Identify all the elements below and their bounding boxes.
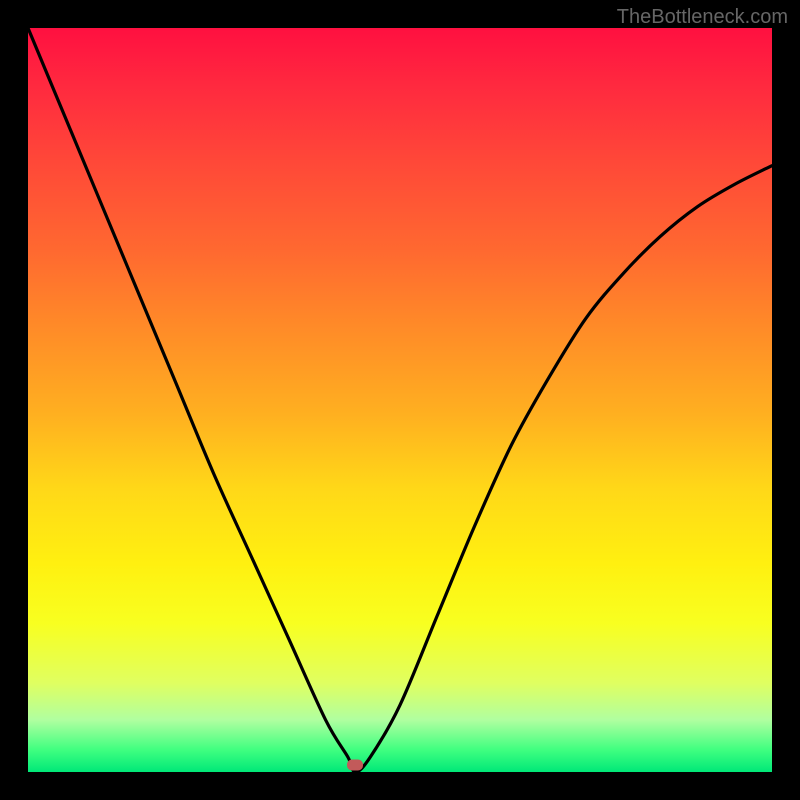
plot-area bbox=[28, 28, 772, 772]
chart-container: TheBottleneck.com bbox=[0, 0, 800, 800]
watermark-text: TheBottleneck.com bbox=[617, 6, 788, 29]
optimum-marker bbox=[347, 759, 363, 770]
bottleneck-curve bbox=[28, 28, 772, 772]
